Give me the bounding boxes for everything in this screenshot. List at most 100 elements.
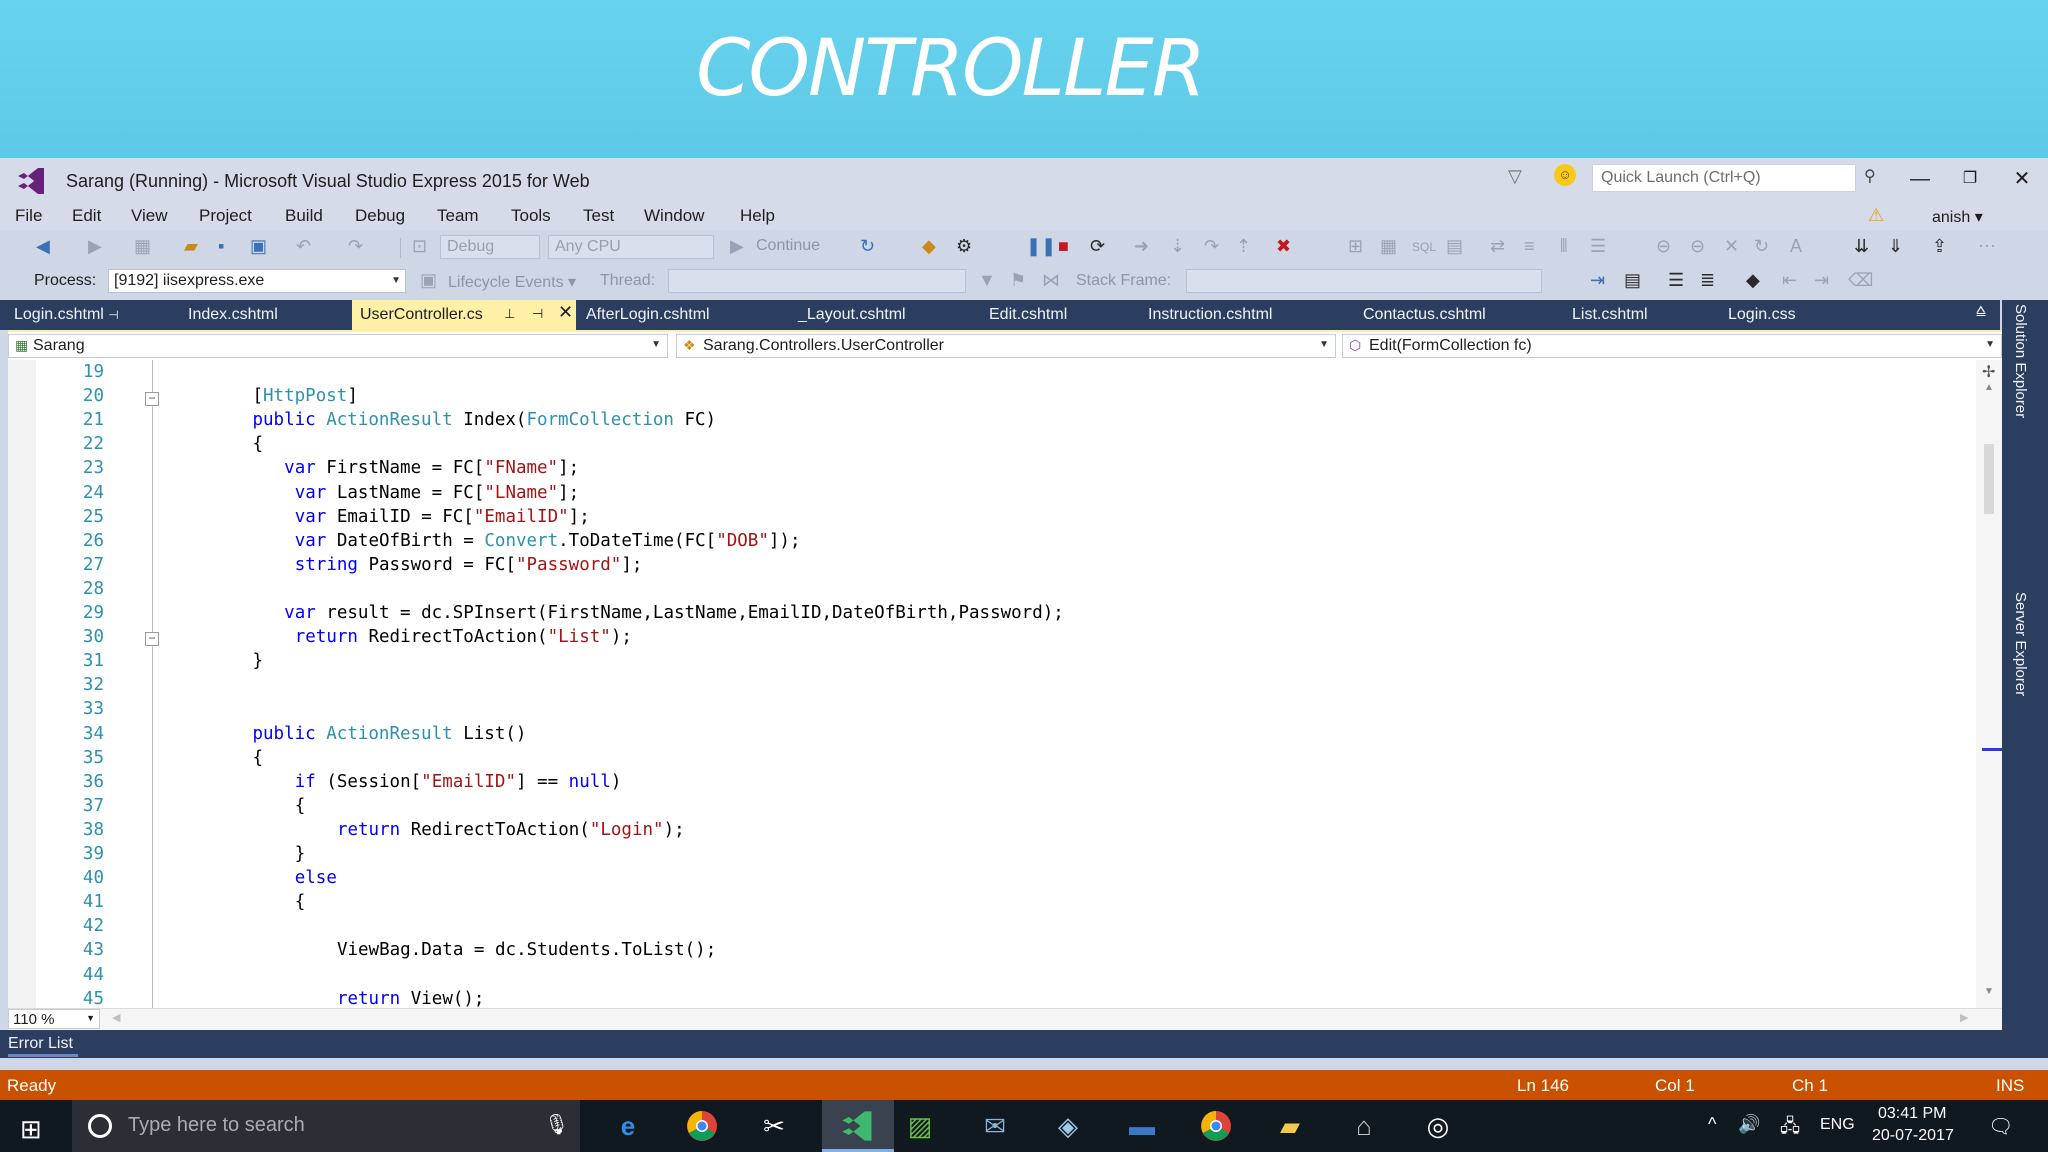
scroll-left-icon[interactable]: ◀ — [112, 1011, 120, 1024]
show-next-statement-icon[interactable]: ➜ — [1134, 236, 1149, 257]
undo-icon[interactable]: ↶ — [296, 236, 311, 257]
code-line[interactable]: { — [295, 796, 306, 816]
split-stack-icon[interactable]: ⋈ — [1042, 270, 1060, 291]
format-icon[interactable]: ⇄ — [1490, 236, 1505, 257]
feedback-smiley-icon[interactable]: ☺ — [1554, 164, 1576, 186]
notification-filter-icon[interactable]: ▽ — [1508, 166, 1522, 187]
minus-circle-2-icon[interactable]: ⊖ — [1690, 236, 1705, 257]
step-into-icon[interactable]: ⇣ — [1170, 236, 1185, 257]
pin-icon[interactable]: ⊥ — [504, 306, 515, 322]
close-tab-icon[interactable]: ✕ — [558, 302, 573, 323]
member-dropdown[interactable]: ⬡ Edit(FormCollection fc) ▼ — [1342, 334, 2002, 358]
lifecycle-icon[interactable]: ▣ — [420, 270, 437, 291]
minimize-button[interactable]: — — [1902, 164, 1938, 194]
pin-icon[interactable]: ⊣ — [108, 308, 118, 322]
restart-icon[interactable]: ⟳ — [1090, 236, 1105, 257]
windows-start-icon[interactable]: ⊞ — [20, 1114, 42, 1145]
filter-threads-icon[interactable]: ▼ — [978, 270, 996, 291]
menu-build[interactable]: Build — [285, 206, 323, 226]
tab-login-cshtml[interactable]: Login.cshtml ⊣ — [14, 306, 119, 324]
layout-icon[interactable]: ⊞ — [1348, 236, 1363, 257]
table-icon[interactable]: ▤ — [1446, 236, 1463, 257]
server-explorer-tab[interactable]: Server Explorer — [2012, 592, 2029, 696]
process-combo[interactable]: [9192] iisexpress.exe ▼ — [108, 269, 406, 293]
stop-icon[interactable]: ■ — [1058, 236, 1069, 257]
mail-app-icon[interactable]: ✉ — [975, 1108, 1015, 1144]
download-icon[interactable]: ⇓ — [1888, 236, 1903, 257]
code-line[interactable]: { — [252, 748, 263, 768]
grid-icon[interactable]: ▦ — [1380, 236, 1397, 257]
code-line[interactable]: var LastName = FC["LName"]; — [295, 483, 580, 503]
code-line[interactable]: } — [295, 844, 306, 864]
code-line[interactable]: } — [252, 651, 263, 671]
class-dropdown[interactable]: ❖ Sarang.Controllers.UserController ▼ — [676, 334, 1336, 358]
stack-frame-combo[interactable] — [1186, 269, 1542, 293]
vertical-scrollbar[interactable]: ✢ ▲ ▼ — [1976, 360, 2006, 1008]
code-line[interactable]: [HttpPost] — [252, 386, 357, 406]
code-line[interactable]: return RedirectToAction("Login"); — [337, 820, 685, 840]
delete-icon[interactable]: ✕ — [1724, 236, 1739, 257]
camera-app-icon[interactable]: ◎ — [1418, 1108, 1458, 1144]
browser-link-icon[interactable]: ⊡ — [412, 236, 427, 257]
continue-icon[interactable]: ▶ — [730, 236, 744, 257]
quick-launch-input[interactable]: Quick Launch (Ctrl+Q) — [1592, 164, 1856, 192]
chrome-icon[interactable] — [682, 1108, 722, 1144]
tab-contactus-cshtml[interactable]: Contactus.cshtml — [1363, 306, 1486, 324]
collapse-toggle[interactable]: − — [145, 632, 159, 646]
code-line[interactable]: var EmailID = FC["EmailID"]; — [295, 507, 590, 527]
file-explorer-icon[interactable]: ▰ — [1270, 1108, 1310, 1144]
tab-login-css[interactable]: Login.css — [1728, 306, 1796, 324]
open-folder-icon[interactable]: ▰ — [184, 236, 198, 257]
volume-icon[interactable]: 🔊 — [1738, 1114, 1760, 1135]
tab-instruction-cshtml[interactable]: Instruction.cshtml — [1148, 306, 1272, 324]
chrome-2-icon[interactable] — [1196, 1108, 1236, 1144]
document-app-icon[interactable]: ▬ — [1122, 1108, 1162, 1144]
browse-icon[interactable]: ◆ — [922, 236, 936, 257]
export-icon[interactable]: ⇪ — [1932, 236, 1947, 257]
rows-icon[interactable]: ☰ — [1590, 236, 1606, 257]
code-line[interactable]: var DateOfBirth = Convert.ToDateTime(FC[… — [295, 531, 801, 551]
minus-circle-icon[interactable]: ⊖ — [1656, 236, 1671, 257]
save-icon[interactable]: ▪ — [218, 236, 224, 257]
solution-configuration-combo[interactable]: Debug — [440, 235, 540, 259]
more-tools-icon[interactable]: ⋯ — [1978, 236, 1996, 257]
select-element-icon[interactable]: ▤ — [1624, 270, 1641, 291]
redo-icon[interactable]: ↷ — [348, 236, 363, 257]
restore-button[interactable]: ❐ — [1952, 164, 1988, 194]
breakpoint-margin[interactable] — [8, 360, 36, 1008]
attach-process-icon[interactable]: ⚙ — [956, 236, 972, 257]
tab-index-cshtml[interactable]: Index.cshtml — [188, 306, 278, 324]
tab-edit-cshtml[interactable]: Edit.cshtml — [989, 306, 1067, 324]
font-icon[interactable]: A — [1790, 236, 1802, 257]
lifecycle-events-button[interactable]: Lifecycle Events ▾ — [448, 272, 576, 292]
code-line[interactable]: string Password = FC["Password"]; — [295, 555, 643, 575]
code-editor[interactable]: 19 20 [HttpPost] 21 public ActionResult Inde… — [8, 360, 2006, 1009]
show-hidden-icons-icon[interactable]: ^ — [1708, 1114, 1716, 1135]
tab-usercontroller-cs[interactable]: UserController.cs ⊥ ⊣ ✕ — [352, 300, 576, 330]
menu-view[interactable]: View — [131, 206, 168, 226]
edge-icon[interactable]: e — [608, 1108, 648, 1144]
tab-overflow-icon[interactable]: ⩠ — [1976, 302, 1986, 320]
code-line[interactable]: { — [252, 434, 263, 454]
code-line[interactable]: public ActionResult List() — [252, 724, 526, 744]
menu-tools[interactable]: Tools — [511, 206, 551, 226]
clock-time[interactable]: 03:41 PM — [1878, 1105, 1946, 1123]
menu-test[interactable]: Test — [583, 206, 614, 226]
sql-icon[interactable]: SQL — [1412, 240, 1436, 254]
thread-combo[interactable] — [668, 269, 966, 293]
zoom-combo[interactable]: 110 % ▼ — [8, 1009, 100, 1029]
scroll-thumb[interactable] — [1984, 444, 1994, 514]
align-icon[interactable]: ≡ — [1524, 236, 1535, 257]
step-out-icon[interactable]: ⇡ — [1236, 236, 1251, 257]
tab-list-cshtml[interactable]: List.cshtml — [1572, 306, 1648, 324]
keep-open-icon[interactable]: ⊣ — [532, 306, 543, 322]
flag-threads-icon[interactable]: ⚑ — [1010, 270, 1026, 291]
outdent-icon[interactable]: ☰ — [1668, 270, 1684, 291]
code-line[interactable]: var result = dc.SPInsert(FirstName,LastN… — [284, 603, 1064, 623]
clear-bookmarks-icon[interactable]: ⌫ — [1848, 270, 1873, 291]
next-bookmark-icon[interactable]: ⇥ — [1814, 270, 1829, 291]
menu-team[interactable]: Team — [437, 206, 479, 226]
refresh-2-icon[interactable]: ↻ — [1754, 236, 1769, 257]
bookmark-icon[interactable]: ◆ — [1746, 270, 1760, 291]
prev-bookmark-icon[interactable]: ⇤ — [1782, 270, 1797, 291]
